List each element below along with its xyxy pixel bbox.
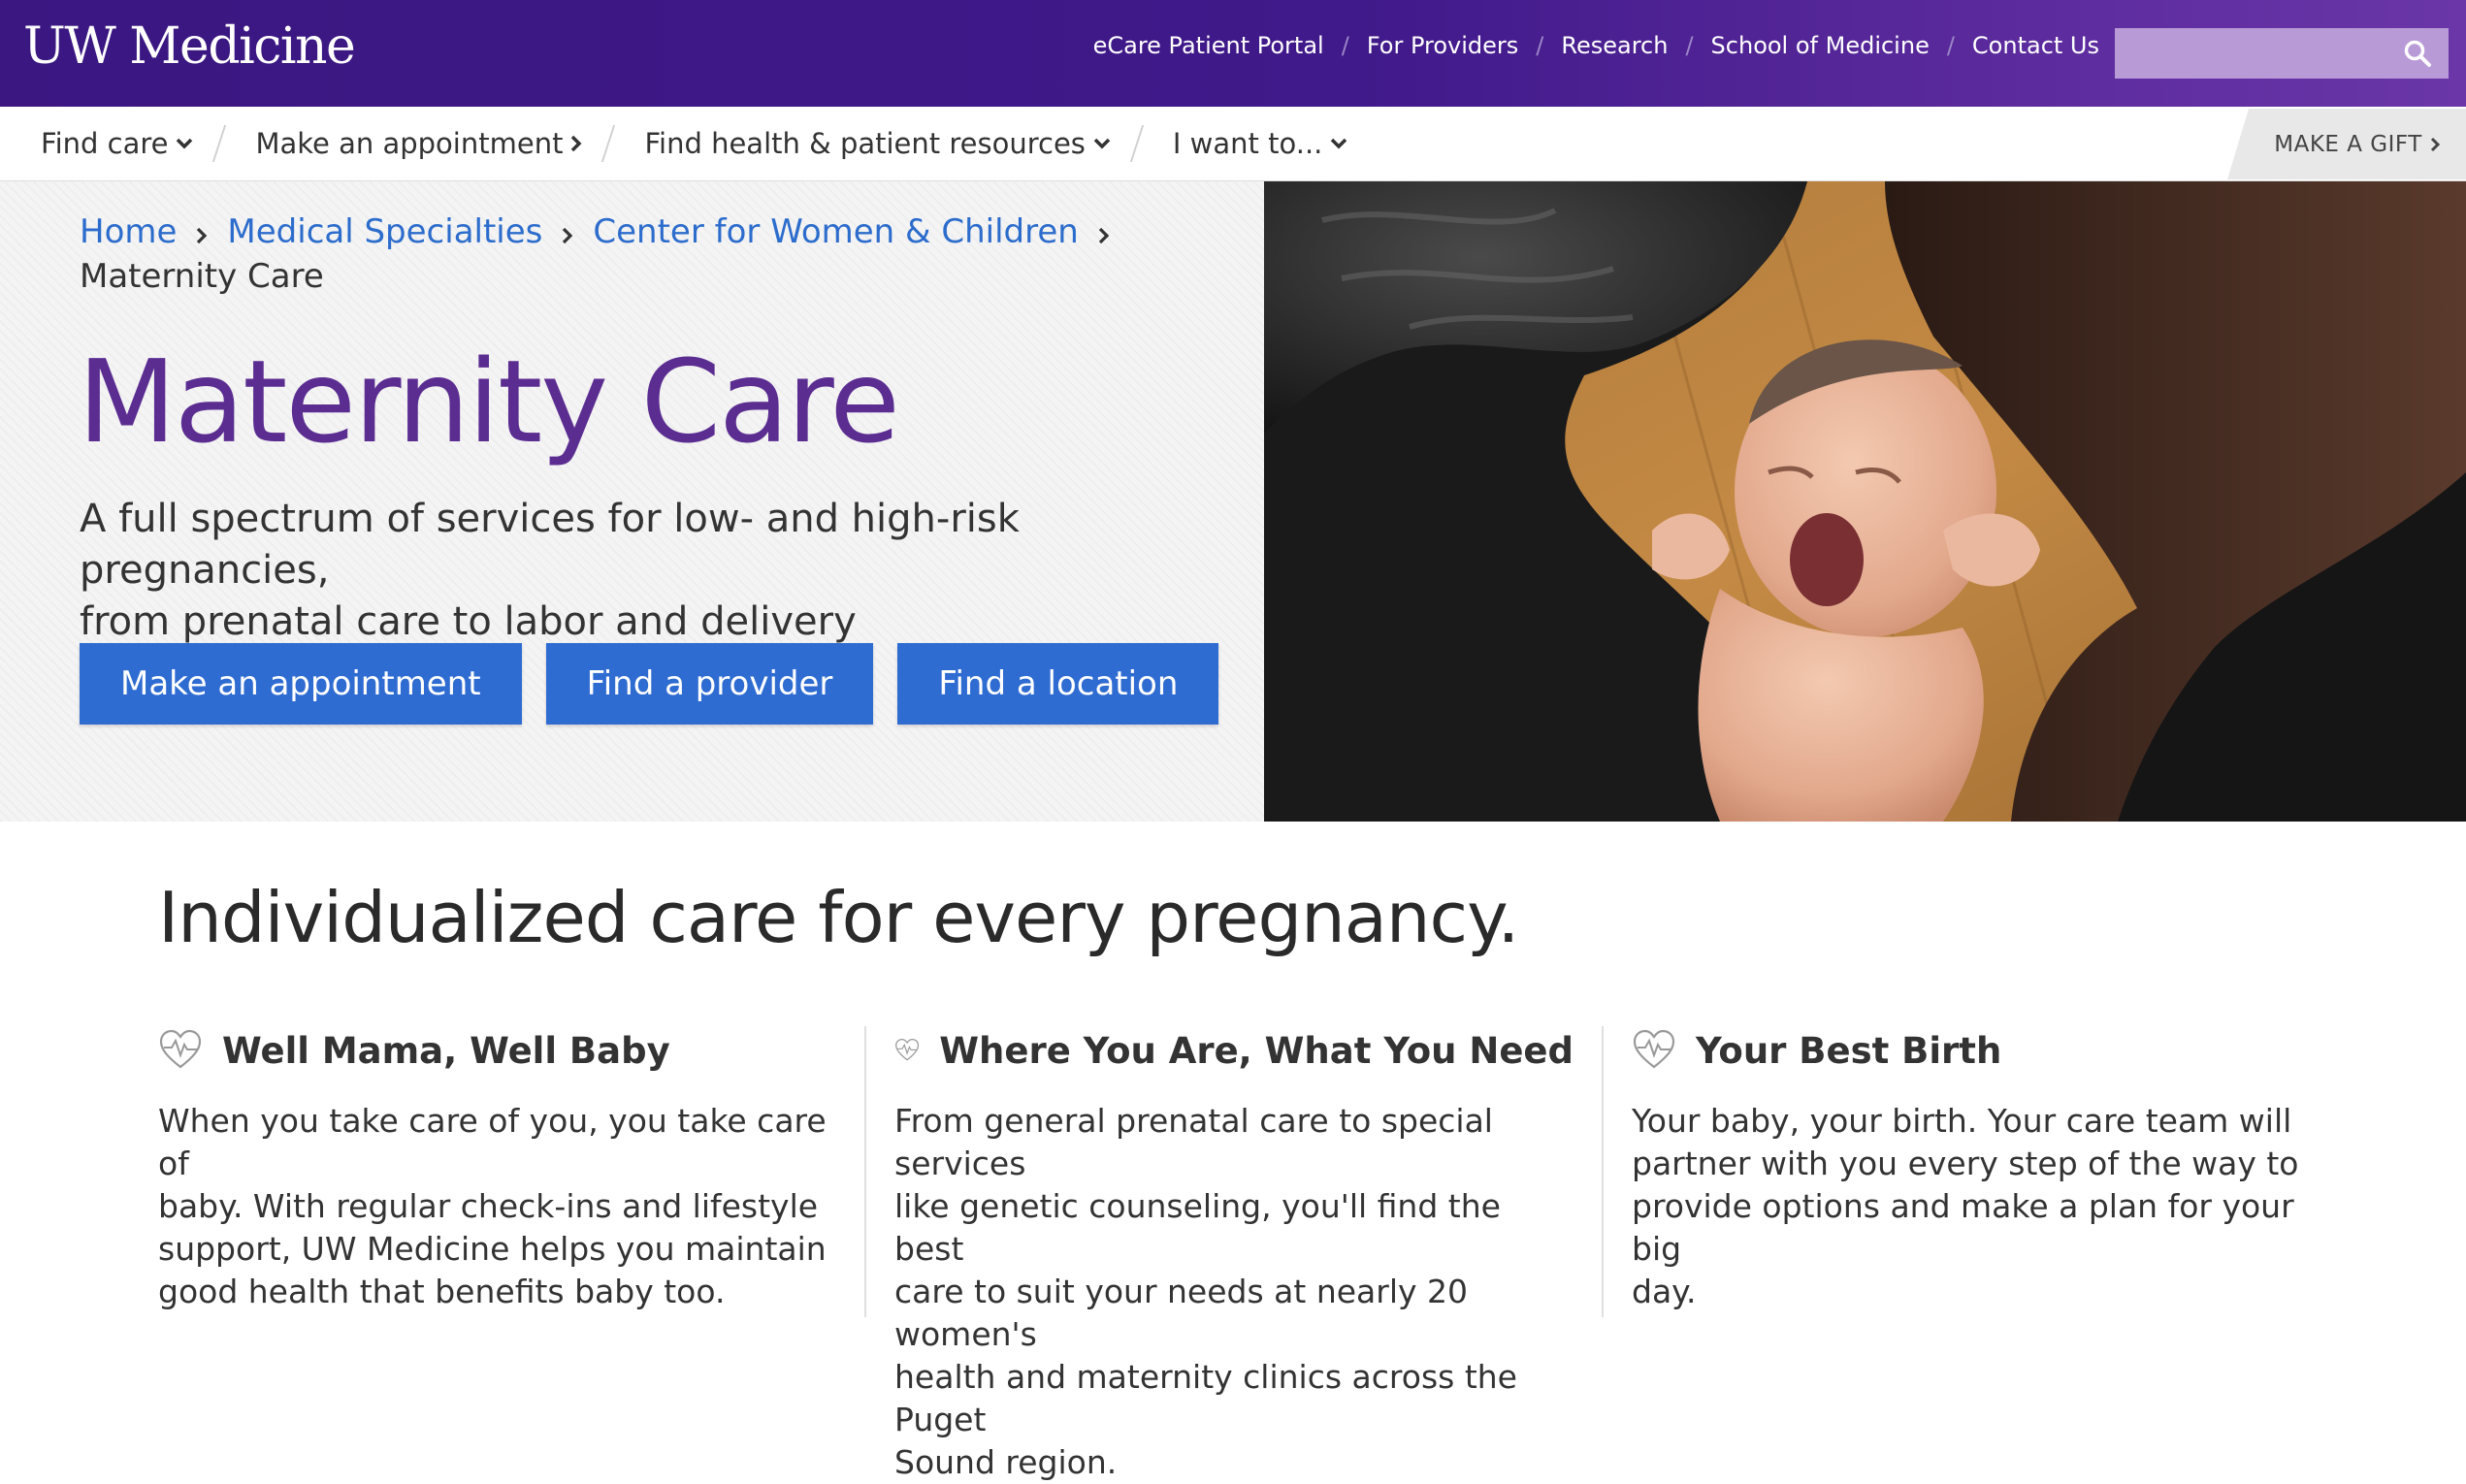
find-provider-button[interactable]: Find a provider (545, 643, 874, 725)
chevron-right-icon (196, 212, 208, 255)
chevron-right-icon (1098, 212, 1110, 255)
hero-subtitle-line: from prenatal care to labor and delivery (80, 599, 857, 644)
utility-separator: / (1536, 32, 1544, 59)
make-a-gift-label: MAKE A GIFT (2274, 131, 2422, 157)
hero-panel: Home Medical Specialties Center for Women … (0, 181, 1264, 822)
chevron-down-icon (177, 138, 193, 149)
make-a-gift-button[interactable]: MAKE A GIFT (2227, 109, 2466, 179)
chevron-down-icon (1331, 138, 1347, 149)
utility-link-providers[interactable]: For Providers (1367, 32, 1518, 59)
nav-item-health-resources[interactable]: Find health & patient resources (644, 127, 1111, 160)
chevron-right-icon (562, 212, 573, 255)
find-location-button[interactable]: Find a location (897, 643, 1219, 725)
nav-item-label: Make an appointment (255, 127, 564, 160)
utility-link-school-of-medicine[interactable]: School of Medicine (1711, 32, 1930, 59)
feature-header: Your Best Birth (1632, 1026, 2311, 1075)
feature-body-line: health and maternity clinics across the … (894, 1358, 1517, 1438)
feature-title: Where You Are, What You Need (939, 1029, 1574, 1072)
feature-column: Where You Are, What You Need From genera… (894, 1026, 1574, 1484)
feature-body-line: support, UW Medicine helps you maintain (158, 1230, 827, 1268)
feature-body-line: day. (1632, 1273, 1697, 1310)
heart-pulse-icon (895, 1038, 920, 1061)
feature-body-line: baby. With regular check-ins and lifesty… (158, 1187, 819, 1225)
feature-body: When you take care of you, you take care… (158, 1100, 837, 1313)
utility-nav: eCare Patient Portal / For Providers / R… (1093, 32, 2099, 59)
chevron-down-icon (1093, 138, 1111, 149)
hero-subtitle-line: A full spectrum of services for low- and… (80, 497, 1020, 593)
nav-item-label: Find care (41, 127, 169, 160)
feature-header: Well Mama, Well Baby (158, 1026, 837, 1075)
utility-link-ecare[interactable]: eCare Patient Portal (1093, 32, 1324, 59)
feature-body-line: From general prenatal care to special se… (894, 1102, 1493, 1182)
make-appointment-button[interactable]: Make an appointment (80, 643, 522, 725)
heart-pulse-icon (159, 1029, 202, 1069)
feature-body-line: Your baby, your birth. Your care team wi… (1632, 1102, 2292, 1140)
feature-body-line: provide options and make a plan for your… (1632, 1187, 2294, 1268)
chevron-right-icon (2430, 137, 2440, 151)
breadcrumb-current: Maternity Care (80, 256, 324, 296)
feature-body-line: When you take care of you, you take care… (158, 1102, 827, 1182)
nav-item-label: Find health & patient resources (644, 127, 1086, 160)
feature-body-line: like genetic counseling, you'll find the… (894, 1187, 1501, 1268)
breadcrumb: Home Medical Specialties Center for Women … (80, 210, 1205, 298)
page-title: Maternity Care (78, 335, 900, 468)
uw-medicine-logo[interactable]: UW Medicine (23, 21, 356, 72)
utility-separator: / (1946, 32, 1955, 59)
utility-link-research[interactable]: Research (1561, 32, 1668, 59)
feature-body-line: Sound region. (894, 1443, 1118, 1481)
nav-divider (601, 125, 616, 162)
main-nav: Find care Make an appointment Find healt… (0, 107, 2466, 181)
section-heading: Individualized care for every pregnancy. (158, 877, 1519, 958)
utility-separator: / (1685, 32, 1694, 59)
utility-separator: / (1341, 32, 1349, 59)
nav-item-i-want-to[interactable]: I want to... (1173, 127, 1348, 160)
feature-body-line: care to suit your needs at nearly 20 wom… (894, 1273, 1469, 1353)
search-button[interactable] (2386, 28, 2449, 79)
feature-body: Your baby, your birth. Your care team wi… (1632, 1100, 2311, 1313)
feature-body-line: partner with you every step of the way t… (1632, 1145, 2299, 1182)
breadcrumb-medical-specialties[interactable]: Medical Specialties (227, 212, 542, 251)
feature-body: From general prenatal care to special se… (894, 1100, 1574, 1484)
nav-item-make-appointment[interactable]: Make an appointment (255, 127, 582, 160)
nav-item-find-care[interactable]: Find care (41, 127, 193, 160)
nav-divider (1129, 125, 1145, 162)
column-divider (1602, 1026, 1604, 1317)
chevron-right-icon (571, 135, 582, 152)
breadcrumb-women-children[interactable]: Center for Women & Children (593, 212, 1078, 251)
feature-header: Where You Are, What You Need (894, 1026, 1574, 1075)
hero-image (1264, 181, 2466, 822)
top-header: UW Medicine eCare Patient Portal / For P… (0, 0, 2466, 107)
feature-column: Well Mama, Well Baby When you take care … (158, 1026, 837, 1313)
hero-actions: Make an appointment Find a provider Find… (80, 643, 1243, 725)
heart-pulse-icon (1633, 1029, 1675, 1069)
feature-title: Well Mama, Well Baby (222, 1029, 670, 1072)
hero-subtitle: A full spectrum of services for low- and… (80, 494, 1244, 648)
column-divider (864, 1026, 866, 1317)
feature-title: Your Best Birth (1696, 1029, 2002, 1072)
feature-body-line: good health that benefits baby too. (158, 1273, 726, 1310)
utility-link-contact[interactable]: Contact Us (1972, 32, 2099, 59)
nav-item-label: I want to... (1172, 127, 1323, 160)
breadcrumb-home[interactable]: Home (80, 212, 177, 251)
search-icon (2404, 40, 2431, 67)
nav-divider (212, 125, 227, 162)
feature-column: Your Best Birth Your baby, your birth. Y… (1632, 1026, 2311, 1313)
